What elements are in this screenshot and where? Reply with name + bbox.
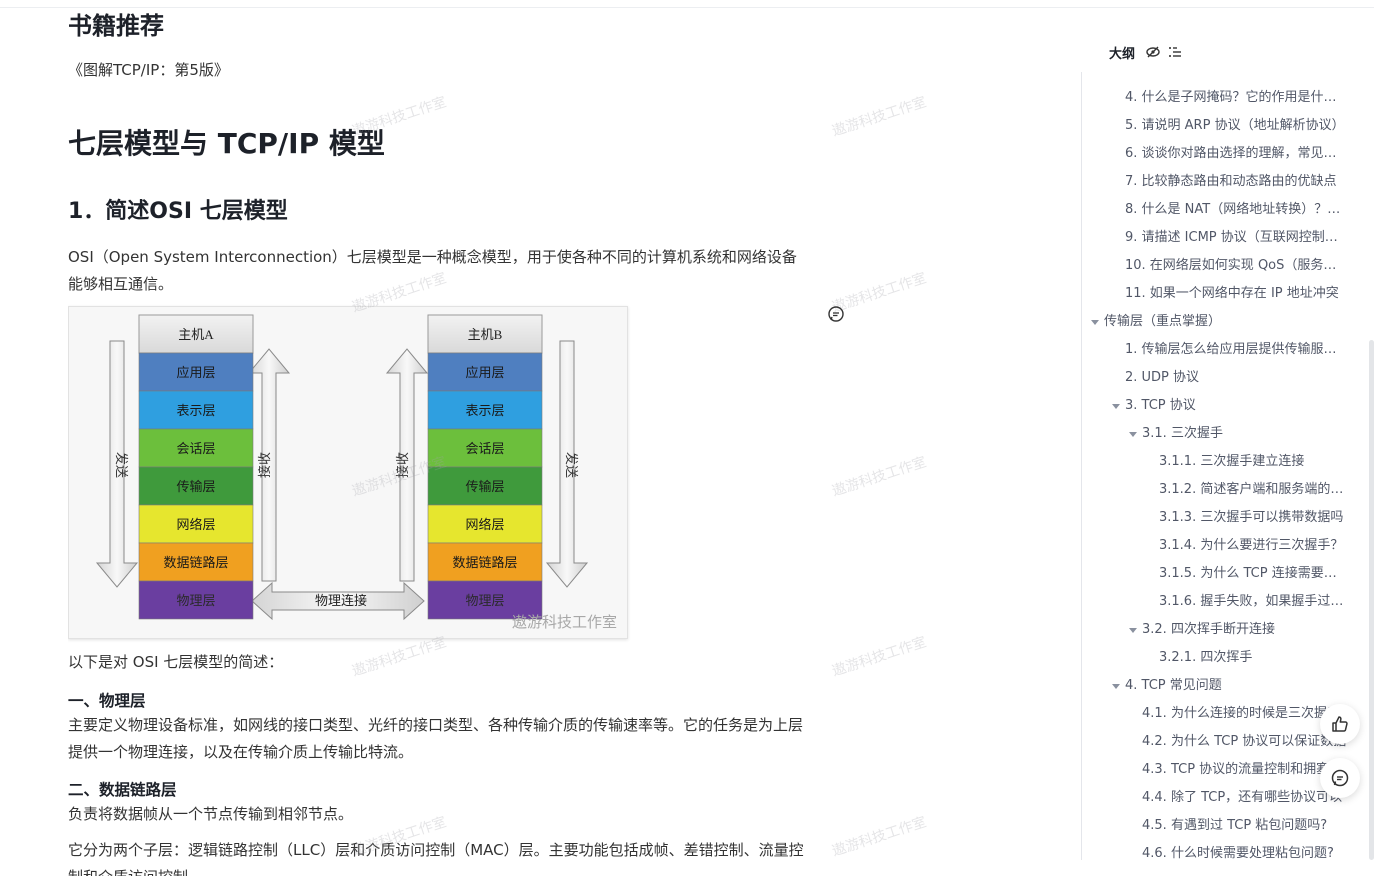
host-a-layer-label: 网络层 <box>176 517 215 532</box>
outline-item[interactable]: 3.1.4. 为什么要进行三次握手？ <box>1159 532 1348 560</box>
outline-item[interactable]: 4.2. 为什么 TCP 协议可以保证数据 <box>1142 728 1348 756</box>
watermark: 遨游科技工作室 <box>830 634 929 680</box>
host-a-layer-label: 数据链路层 <box>163 555 228 570</box>
book-recommend-heading: 书籍推荐 <box>68 12 164 40</box>
layer2-heading: 二、数据链路层 <box>68 781 177 799</box>
outline-item[interactable]: 1. 传输层怎么给应用层提供传输服务的 <box>1125 336 1348 364</box>
host-b-layer-label: 表示层 <box>465 403 504 418</box>
send-label-right: 发送 <box>564 452 579 478</box>
outline-item[interactable]: 2. UDP 协议 <box>1125 364 1348 392</box>
outline-item[interactable]: 3.1.3. 三次握手可以携带数据吗 <box>1159 504 1348 532</box>
comment-button[interactable] <box>1320 758 1360 798</box>
layer2-paragraph-1: 负责将数据帧从一个节点传输到相邻节点。 <box>68 805 354 823</box>
outline-item[interactable]: 3.2. 四次挥手断开连接 <box>1142 616 1348 644</box>
outline-list: 4. 什么是子网掩码？它的作用是什么？ 5. 请说明 ARP 协议（地址解析协议）… <box>1082 58 1352 868</box>
watermark: 遨游科技工作室 <box>830 454 929 500</box>
outline-item[interactable]: 8. 什么是 NAT（网络地址转换）？有什么 <box>1125 196 1348 224</box>
outline-item[interactable]: 3.1.2. 简述客户端和服务端的状态 <box>1159 476 1348 504</box>
outline-panel: 大纲 4. 什么是子网掩码？它的作用是什么？ 5. 请说明 ARP 协议（地址解析… <box>1082 30 1374 876</box>
outline-item[interactable]: 4.6. 什么时候需要处理粘包问题? <box>1142 840 1348 868</box>
book-title: 《图解TCP/IP：第5版》 <box>68 61 229 79</box>
intro-paragraph: OSI（Open System Interconnection）七层模型是一种概… <box>68 248 797 293</box>
host-a-layer-label: 物理层 <box>176 593 215 608</box>
host-a-host-label: 主机A <box>178 327 214 342</box>
outline-item[interactable]: 传输层（重点掌握） <box>1104 308 1348 336</box>
host-b-layer-label: 网络层 <box>465 517 504 532</box>
watermark: 遨游科技工作室 <box>830 94 929 140</box>
outline-item[interactable]: 7. 比较静态路由和动态路由的优缺点 <box>1125 168 1348 196</box>
receive-label-left: 接收 <box>257 452 272 478</box>
host-b-layer-label: 数据链路层 <box>452 555 517 570</box>
host-b-host-label: 主机B <box>468 327 503 342</box>
outline-item[interactable]: 6. 谈谈你对路由选择的理解，常见的路由 <box>1125 140 1348 168</box>
article-body: 书籍推荐 《图解TCP/IP：第5版》 七层模型与 TCP/IP 模型 1．简述… <box>68 0 808 876</box>
outline-item[interactable]: 10. 在网络层如何实现 QoS（服务质量 <box>1125 252 1348 280</box>
collapse-caret-icon[interactable] <box>1112 684 1120 689</box>
host-a-layer-label: 应用层 <box>176 365 215 380</box>
host-b-stack: 主机B 应用层表示层会话层传输层网络层数据链路层物理层 <box>427 314 543 620</box>
outline-item[interactable]: 4.4. 除了 TCP，还有哪些协议可以 <box>1142 784 1348 812</box>
outline-item-clipped[interactable] <box>1142 58 1342 72</box>
receive-label-right: 接收 <box>395 452 410 478</box>
outline-item[interactable]: 3.2.1. 四次挥手 <box>1159 644 1348 672</box>
host-a-layer-label: 会话层 <box>176 441 215 456</box>
osi-diagram-svg: 主机A 应用层表示层会话层传输层网络层数据链路层物理层 主机B 应用层表示层会话层传… <box>95 314 617 631</box>
layer1-paragraph: 主要定义物理设备标准，如网线的接口类型、光纤的接口类型、各种传输介质的传输速率等… <box>68 716 804 761</box>
outline-item[interactable]: 3.1.6. 握手失败，如果握手过程中 <box>1159 588 1348 616</box>
collapse-caret-icon[interactable] <box>1129 432 1137 437</box>
outline-item[interactable]: 3.1. 三次握手 <box>1142 420 1348 448</box>
host-b-layer-label: 应用层 <box>465 365 504 380</box>
outline-item[interactable]: 3. TCP 协议 <box>1125 392 1348 420</box>
outline-item[interactable]: 11. 如果一个网络中存在 IP 地址冲突 <box>1125 280 1348 308</box>
summary-lead: 以下是对 OSI 七层模型的简述： <box>68 653 284 671</box>
outline-item[interactable]: 5. 请说明 ARP 协议（地址解析协议） <box>1125 112 1348 140</box>
figure-watermark: 遨游科技工作室 <box>512 614 617 631</box>
layer1-heading: 一、物理层 <box>68 692 146 710</box>
outline-item[interactable]: 4.1. 为什么连接的时候是三次握手 <box>1142 700 1348 728</box>
send-label-left: 发送 <box>114 452 129 478</box>
thumbs-up-icon <box>1332 716 1348 732</box>
like-button[interactable] <box>1320 704 1360 744</box>
outline-item[interactable]: 9. 请描述 ICMP 协议（互联网控制消息 <box>1125 224 1348 252</box>
outline-item[interactable]: 3.1.5. 为什么 TCP 连接需要三次 <box>1159 560 1348 588</box>
layer2-paragraph-2: 它分为两个子层：逻辑链路控制（LLC）层和介质访问控制（MAC）层。主要功能包括… <box>68 841 804 876</box>
outline-scrollbar[interactable] <box>1369 340 1374 860</box>
physical-link-label: 物理连接 <box>315 593 367 608</box>
paragraph-comment-icon[interactable] <box>827 305 845 323</box>
collapse-caret-icon[interactable] <box>1091 320 1099 325</box>
outline-item[interactable]: 4. TCP 常见问题 <box>1125 672 1348 700</box>
host-a-layer-label: 传输层 <box>176 479 215 494</box>
watermark: 遨游科技工作室 <box>830 814 929 860</box>
host-a-layer-label: 表示层 <box>176 403 215 418</box>
main-heading: 七层模型与 TCP/IP 模型 <box>68 127 385 160</box>
section-heading: 1．简述OSI 七层模型 <box>68 199 288 224</box>
host-b-layer-label: 传输层 <box>465 479 504 494</box>
collapse-caret-icon[interactable] <box>1112 404 1120 409</box>
outline-item[interactable]: 4.3. TCP 协议的流量控制和拥塞控制 <box>1142 756 1348 784</box>
outline-item[interactable]: 3.1.1. 三次握手建立连接 <box>1159 448 1348 476</box>
osi-diagram: 主机A 应用层表示层会话层传输层网络层数据链路层物理层 主机B 应用层表示层会话层传… <box>68 306 628 639</box>
outline-item[interactable]: 4. 什么是子网掩码？它的作用是什么？ <box>1125 84 1348 112</box>
host-a-stack: 主机A 应用层表示层会话层传输层网络层数据链路层物理层 <box>138 314 254 620</box>
host-b-layer-label: 物理层 <box>465 593 504 608</box>
outline-item[interactable]: 4.5. 有遇到过 TCP 粘包问题吗? <box>1142 812 1348 840</box>
host-b-layer-label: 会话层 <box>465 441 504 456</box>
comment-icon <box>1331 769 1349 787</box>
collapse-caret-icon[interactable] <box>1129 628 1137 633</box>
